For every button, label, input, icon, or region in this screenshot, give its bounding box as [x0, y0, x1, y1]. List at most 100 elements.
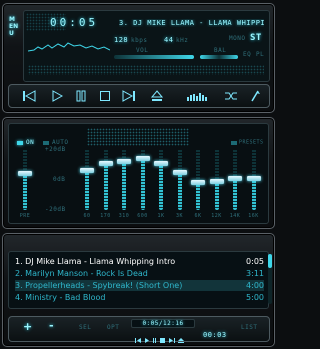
playlist-panel: 1. DJ Mike Llama - Llama Whipping Intro 0…	[8, 251, 269, 309]
eq-band-fill	[214, 181, 219, 210]
eq-band-pre[interactable]	[18, 150, 32, 210]
eq-band-knob[interactable]	[154, 161, 168, 166]
eq-band-label: 14K	[229, 213, 241, 219]
previous-icon	[23, 90, 36, 102]
track-title: 2. Marilyn Manson - Rock Is Dead	[15, 269, 148, 278]
eq-band-60[interactable]	[80, 150, 94, 210]
song-title-scroll[interactable]: 3. DJ MIKE LLAMA - LLAMA WHIPPI	[119, 19, 264, 27]
spectrum-analyzer[interactable]	[27, 35, 111, 53]
eq-band-label: PRE	[19, 213, 31, 219]
select-button[interactable]: SEL	[79, 324, 91, 331]
eject-icon	[151, 90, 163, 101]
eq-band-label: 600	[137, 213, 148, 219]
eq-band-fill	[233, 178, 237, 210]
transport-bar	[8, 84, 270, 108]
shuffle-button[interactable]	[221, 88, 241, 104]
eq-band-fill	[140, 158, 145, 210]
stereo-indicator: ST	[250, 33, 262, 43]
eq-band-knob[interactable]	[191, 180, 205, 185]
track-duration: 3:11	[246, 269, 264, 278]
track-duration: 5:00	[246, 293, 264, 302]
mono-indicator: MONO	[229, 35, 246, 42]
balance-slider[interactable]	[200, 55, 238, 59]
eq-band-3k[interactable]	[172, 150, 187, 210]
eq-band-12k[interactable]	[209, 150, 224, 210]
mini-time-display: 00:03	[203, 331, 227, 339]
next-icon	[122, 90, 135, 102]
eq-band-fill	[177, 172, 182, 210]
next-button[interactable]	[119, 88, 139, 104]
eject-button[interactable]	[147, 88, 167, 104]
eq-band-label: 1K	[157, 213, 165, 219]
eq-panel: ON AUTO PRESETS +20dB 0dB -20dB PRE 60 170…	[8, 123, 269, 224]
eq-band-knob[interactable]	[18, 171, 32, 176]
eq-band-310[interactable]	[117, 150, 131, 210]
total-time-display: 0:05/12:16	[131, 319, 195, 328]
playlist-row[interactable]: 4. Ministry - Bad Blood 5:00	[15, 292, 264, 303]
add-button[interactable]: +	[23, 320, 32, 333]
side-logo[interactable]: MENU	[9, 16, 19, 37]
visualizer-button[interactable]	[185, 88, 209, 104]
eq-band-label: 6K	[194, 213, 202, 219]
volume-label: VOL	[136, 47, 149, 54]
eq-band-fill	[251, 178, 256, 210]
eq-band-knob[interactable]	[172, 170, 187, 175]
playlist-bottom-bar: + - SEL OPT 0:05/12:16 00:03 LIST	[8, 316, 270, 343]
eq-band-label: 3K	[175, 213, 184, 219]
eq-band-knob[interactable]	[98, 161, 113, 166]
misc-button[interactable]: OPT	[107, 324, 119, 331]
pl-toggle[interactable]: PL	[256, 51, 264, 58]
repeat-button[interactable]	[245, 88, 265, 104]
khz-unit: kHz	[176, 37, 189, 44]
eq-band-knob[interactable]	[117, 159, 131, 164]
eq-band-label: 170	[100, 213, 111, 219]
eq-toggle[interactable]: EQ	[243, 51, 251, 58]
stop-button[interactable]	[95, 88, 115, 104]
eq-band-14k[interactable]	[228, 150, 242, 210]
playlist-scrollbar[interactable]	[268, 254, 272, 304]
balance-label: BAL	[214, 47, 227, 54]
eq-band-fill	[159, 163, 163, 210]
playlist-row[interactable]: 2. Marilyn Manson - Rock Is Dead 3:11	[15, 268, 264, 279]
remove-button[interactable]: -	[49, 319, 54, 332]
main-window: MENU 00:05 3. DJ MIKE LLAMA - LLAMA WHIP…	[2, 3, 275, 113]
playlist-scroll-thumb[interactable]	[268, 254, 272, 268]
pause-button[interactable]	[71, 88, 91, 104]
eq-band-knob[interactable]	[135, 156, 150, 161]
eq-band-600[interactable]	[135, 150, 150, 210]
list-options-button[interactable]: LIST	[241, 324, 257, 331]
mini-transport[interactable]	[135, 330, 185, 343]
bitrate-value: 128	[114, 36, 129, 44]
bars-icon	[187, 93, 207, 101]
track-title: 3. Propellerheads - Spybreak! (Short One…	[15, 281, 183, 290]
eq-band-label: 60	[83, 213, 91, 219]
playlist-row[interactable]: 1. DJ Mike Llama - Llama Whipping Intro 0…	[15, 256, 264, 267]
eq-band-label: 16K	[248, 213, 259, 219]
play-button[interactable]	[47, 88, 67, 104]
eq-band-knob[interactable]	[209, 179, 224, 184]
khz-value: 44	[164, 36, 174, 44]
eq-band-1k[interactable]	[154, 150, 168, 210]
eq-band-knob[interactable]	[80, 168, 94, 173]
eq-band-170[interactable]	[98, 150, 113, 210]
eq-band-label: 12K	[211, 213, 222, 219]
stop-icon	[100, 91, 110, 101]
pause-icon	[76, 90, 86, 102]
eq-band-knob[interactable]	[228, 176, 242, 181]
play-icon	[52, 90, 63, 102]
mini-transport-icon	[135, 338, 184, 343]
volume-slider[interactable]	[114, 55, 194, 59]
seek-bar[interactable]	[28, 65, 264, 75]
eq-band-knob[interactable]	[246, 176, 261, 181]
eq-band-sliders: PRE 60 170 310 600 1K 3K 6K 12K 14K 16K	[9, 124, 268, 223]
bitrate-unit: kbps	[131, 37, 148, 44]
eq-band-6k[interactable]	[191, 150, 205, 210]
track-title: 4. Ministry - Bad Blood	[15, 293, 106, 302]
eq-band-fill	[85, 170, 89, 210]
eq-band-16k[interactable]	[246, 150, 261, 210]
playlist-row[interactable]: 3. Propellerheads - Spybreak! (Short One…	[15, 280, 264, 291]
track-title: 1. DJ Mike Llama - Llama Whipping Intro	[15, 257, 176, 266]
track-duration: 0:05	[246, 257, 264, 266]
previous-button[interactable]	[19, 88, 39, 104]
time-display[interactable]: 00:05	[50, 16, 98, 29]
